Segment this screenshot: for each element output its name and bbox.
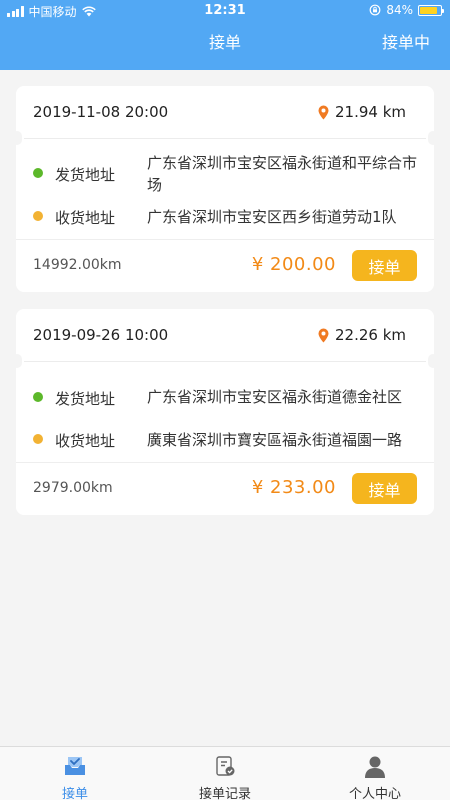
battery-icon xyxy=(418,4,444,16)
tab-label: 接单 xyxy=(61,787,88,800)
tab-accept[interactable]: 接单 xyxy=(0,747,150,800)
tab-label: 接单记录 xyxy=(198,787,251,800)
location-pin-icon xyxy=(318,105,329,119)
accepting-status-button[interactable]: 接单中 xyxy=(382,29,430,53)
order-km: 2979.00km xyxy=(33,480,113,496)
card-notch xyxy=(12,131,22,145)
clipboard-check-icon xyxy=(216,756,235,776)
card-notch xyxy=(12,354,22,368)
battery-fill xyxy=(420,6,437,14)
dropoff-address: 广东省深圳市宝安区西乡街道劳动1队 xyxy=(147,208,397,226)
pickup-dot xyxy=(33,392,43,402)
pickup-dot xyxy=(33,168,43,178)
accept-order-button[interactable]: 接单 xyxy=(352,473,417,504)
accept-order-button[interactable]: 接单 xyxy=(352,250,417,281)
dropoff-dot xyxy=(33,434,43,444)
tab-order-records[interactable]: 接单记录 xyxy=(150,747,300,800)
card-notch xyxy=(428,354,438,368)
tab-profile[interactable]: 个人中心 xyxy=(300,747,450,800)
card-footer-divider xyxy=(16,462,434,463)
dropoff-dot xyxy=(33,211,43,221)
battery-percent: 84% xyxy=(386,3,413,17)
rotation-lock-icon xyxy=(369,4,381,16)
card-footer-divider xyxy=(16,239,434,240)
order-card-header: 2019-11-08 20:00 21.94 km xyxy=(16,86,434,138)
order-card[interactable]: 2019-11-08 20:00 21.94 km 发货地址 广东省深圳市宝安区… xyxy=(12,86,438,292)
dropoff-address: 廣東省深圳市寶安區福永街道福園一路 xyxy=(147,431,403,449)
header: 中国移动 12:31 84% 接单 接单中 xyxy=(0,0,450,70)
dropoff-label: 收货地址 xyxy=(55,209,116,227)
pickup-address: 广东省深圳市宝安区福永街道和平综合市场 xyxy=(147,154,418,194)
location-pin-icon xyxy=(318,328,329,342)
pickup-label: 发货地址 xyxy=(55,390,116,408)
card-divider xyxy=(24,138,426,139)
tab-bar: 接单 接单记录 个人中心 xyxy=(0,746,450,800)
pickup-address: 广东省深圳市宝安区福永街道德金社区 xyxy=(147,388,403,406)
order-datetime: 2019-09-26 10:00 xyxy=(33,326,169,344)
order-card[interactable]: 2019-09-26 10:00 22.26 km 发货地址 广东省深圳市宝安区… xyxy=(12,309,438,515)
tab-label: 个人中心 xyxy=(348,787,401,800)
distance-text: 21.94 km xyxy=(334,103,406,121)
pickup-label: 发货地址 xyxy=(55,166,116,184)
order-price: ¥ 200.00 xyxy=(251,254,336,275)
order-price: ¥ 233.00 xyxy=(251,477,336,498)
status-right: 84% xyxy=(369,3,444,17)
order-distance: 21.94 km xyxy=(318,103,406,121)
card-divider xyxy=(24,361,426,362)
dropoff-label: 收货地址 xyxy=(55,432,116,450)
order-datetime: 2019-11-08 20:00 xyxy=(33,103,169,121)
order-card-header: 2019-09-26 10:00 22.26 km xyxy=(16,309,434,361)
distance-text: 22.26 km xyxy=(334,326,406,344)
order-distance: 22.26 km xyxy=(318,326,406,344)
order-km: 14992.00km xyxy=(33,257,122,273)
person-icon xyxy=(365,756,385,778)
card-notch xyxy=(428,131,438,145)
inbox-check-icon xyxy=(65,757,85,775)
status-bar: 中国移动 12:31 84% xyxy=(0,0,450,22)
